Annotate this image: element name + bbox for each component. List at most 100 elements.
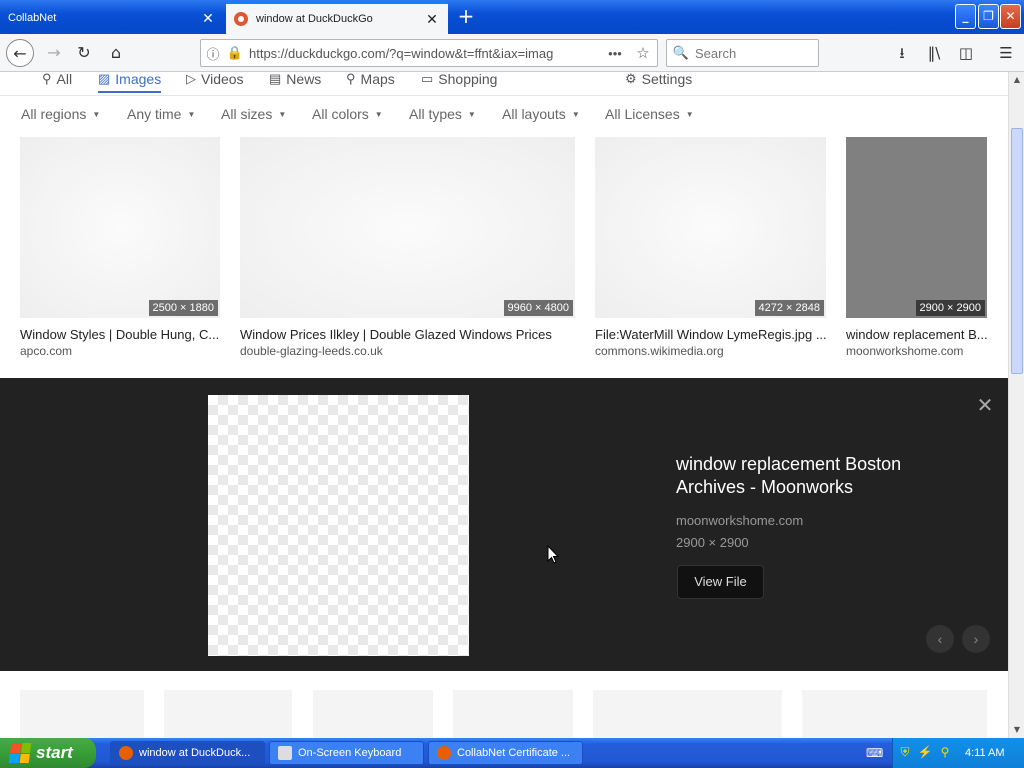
nav-news[interactable]: ▤ News (269, 72, 321, 87)
image-dimensions: 2900 × 2900 (915, 300, 985, 316)
result-thumbnail[interactable]: 2900 × 2900 (846, 137, 987, 318)
image-result-thumbnail[interactable] (453, 690, 573, 738)
tab-duckduckgo[interactable]: window at DuckDuckGo ✕ (226, 2, 448, 34)
filter-licenses[interactable]: All Licenses ▼ (605, 106, 694, 122)
detail-domain[interactable]: moonworkshome.com (676, 513, 803, 528)
caret-down-icon: ▼ (374, 110, 383, 119)
restore-window-icon[interactable]: ❐ (978, 4, 999, 29)
previous-image-icon[interactable]: ‹ (926, 625, 954, 653)
detail-image-preview[interactable] (208, 395, 469, 656)
detail-title[interactable]: window replacement Boston Archives - Moo… (676, 453, 956, 499)
page-actions-icon[interactable]: ••• (601, 46, 629, 61)
view-file-button[interactable]: View File (677, 565, 764, 599)
settings-sliders-icon: ⚙ (625, 72, 637, 86)
task-label: window at DuckDuck... (139, 747, 251, 759)
tab-label: CollabNet (8, 12, 57, 24)
close-tab-icon[interactable]: ✕ (424, 11, 440, 28)
image-result-thumbnail[interactable] (593, 690, 782, 738)
mouse-cursor-icon (547, 545, 559, 564)
browser-search-input[interactable]: 🔍 Search (666, 39, 819, 67)
browser-titlebar: CollabNet ✕ window at DuckDuckGo ✕ + _ ❐… (0, 0, 1024, 34)
windows-logo-icon (8, 743, 32, 763)
scroll-up-icon[interactable]: ▲ (1009, 72, 1024, 88)
image-result-thumbnail[interactable] (20, 690, 144, 738)
search-tray-icon[interactable]: ⚲ (937, 745, 953, 761)
image-result-thumbnail[interactable] (313, 690, 433, 738)
image-detail-panel: window replacement Boston Archives - Moo… (0, 378, 1008, 671)
sidebar-icon[interactable]: ◫ (952, 39, 980, 67)
network-icon[interactable]: ⚡ (917, 745, 933, 761)
caret-down-icon: ▼ (571, 110, 580, 119)
bookmark-star-icon[interactable]: ☆ (629, 44, 657, 62)
nav-settings[interactable]: ⚙ Settings (625, 72, 692, 87)
page-scrollbar[interactable]: ▲ ▼ (1008, 72, 1024, 738)
filter-bar: All regions ▼ Any time ▼ All sizes ▼ All co… (0, 106, 1008, 128)
filter-label: All regions (21, 106, 87, 122)
url-text[interactable]: https://duckduckgo.com/?q=window&t=ffnt&… (245, 46, 601, 61)
result-title[interactable]: Window Styles | Double Hung, C... (20, 327, 220, 342)
result-thumbnail[interactable]: 2500 × 1880 (20, 137, 220, 318)
back-arrow-icon[interactable]: ← (6, 39, 34, 67)
result-thumbnail[interactable]: 9960 × 4800 (240, 137, 575, 318)
result-title[interactable]: File:WaterMill Window LymeRegis.jpg ... (595, 327, 826, 342)
filter-time[interactable]: Any time ▼ (127, 106, 195, 122)
keyboard-layout-icon[interactable]: ⌨ (866, 746, 884, 760)
close-detail-icon[interactable]: ✕ (974, 395, 996, 417)
taskbar-item-collabnet[interactable]: CollabNet Certificate ... (428, 741, 583, 765)
url-bar[interactable]: ⓘ 🔒 https://duckduckgo.com/?q=window&t=f… (200, 39, 658, 67)
nav-maps[interactable]: ⚲ Maps (346, 72, 395, 87)
nav-all[interactable]: ⚲ All (42, 72, 72, 87)
task-label: CollabNet Certificate ... (457, 747, 571, 759)
hamburger-menu-icon[interactable]: ☰ (992, 39, 1020, 67)
caret-down-icon: ▼ (685, 110, 694, 119)
result-title[interactable]: window replacement B... (846, 327, 987, 342)
nav-label: News (286, 72, 322, 87)
image-result-thumbnail[interactable] (164, 690, 292, 738)
filter-sizes[interactable]: All sizes ▼ (221, 106, 286, 122)
library-icon[interactable]: ‖\ (920, 39, 948, 67)
start-label: start (36, 743, 73, 762)
image-result[interactable]: 2500 × 1880 Window Styles | Double Hung,… (20, 137, 220, 358)
news-icon: ▤ (269, 72, 282, 86)
image-result[interactable]: 4272 × 2848 File:WaterMill Window LymeRe… (595, 137, 826, 358)
nav-label: Settings (641, 72, 693, 87)
lock-warning-icon[interactable]: 🔒 (225, 45, 245, 61)
taskbar-item-firefox[interactable]: window at DuckDuck... (110, 741, 265, 765)
filter-label: All Licenses (605, 106, 680, 122)
tab-collabnet[interactable]: CollabNet ✕ (0, 2, 224, 34)
reload-icon[interactable]: ↻ (70, 39, 98, 67)
result-thumbnail[interactable]: 4272 × 2848 (595, 137, 826, 318)
duckduckgo-favicon-icon (234, 12, 248, 26)
image-result-thumbnail[interactable] (802, 690, 987, 738)
info-icon[interactable]: ⓘ (201, 44, 225, 63)
image-result[interactable]: 9960 × 4800 Window Prices Ilkley | Doubl… (240, 137, 575, 358)
taskbar-item-keyboard[interactable]: On-Screen Keyboard (269, 741, 424, 765)
home-icon[interactable]: ⌂ (102, 39, 130, 67)
filter-colors[interactable]: All colors ▼ (312, 106, 383, 122)
next-image-icon[interactable]: › (962, 625, 990, 653)
forward-arrow-icon[interactable]: → (40, 39, 68, 67)
nav-shopping[interactable]: ▭ Shopping (421, 72, 497, 87)
filter-regions[interactable]: All regions ▼ (21, 106, 100, 122)
result-title[interactable]: Window Prices Ilkley | Double Glazed Win… (240, 327, 575, 342)
close-tab-icon[interactable]: ✕ (200, 10, 216, 27)
clock[interactable]: 4:11 AM (965, 747, 1005, 759)
nav-label: Videos (201, 72, 244, 87)
filter-types[interactable]: All types ▼ (409, 106, 476, 122)
search-icon: 🔍 (672, 45, 690, 60)
scroll-down-icon[interactable]: ▼ (1009, 722, 1024, 738)
nav-images[interactable]: ▨ Images (98, 72, 162, 93)
start-button[interactable]: start (0, 738, 96, 768)
security-shield-icon[interactable]: ⛨ (897, 745, 913, 761)
image-result-selected[interactable]: 2900 × 2900 window replacement B... moon… (846, 137, 987, 358)
filter-label: All types (409, 106, 462, 122)
search-icon: ⚲ (42, 72, 52, 86)
shopping-icon: ▭ (421, 72, 434, 86)
scrollbar-thumb[interactable] (1011, 128, 1023, 374)
filter-layouts[interactable]: All layouts ▼ (502, 106, 580, 122)
new-tab-plus-icon[interactable]: + (454, 4, 478, 28)
nav-videos[interactable]: ▷ Videos (186, 72, 244, 87)
minimize-window-icon[interactable]: _ (955, 4, 976, 29)
close-window-icon[interactable]: ✕ (1000, 4, 1021, 29)
download-icon[interactable]: ⭳ (888, 39, 916, 67)
